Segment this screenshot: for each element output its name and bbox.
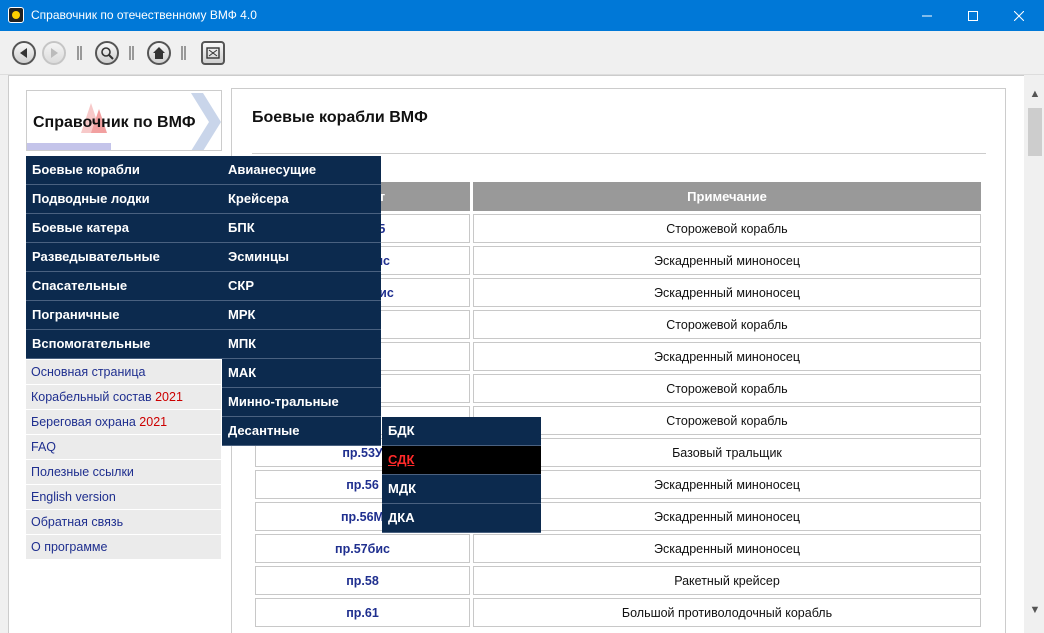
submenu-item[interactable]: СКР [222, 272, 381, 301]
side-link[interactable]: Корабельный состав 2021 [26, 385, 221, 409]
toolbar-separator [77, 46, 82, 60]
vertical-scrollbar[interactable]: ▲ ▼ [1026, 75, 1044, 633]
exit-button[interactable] [201, 41, 225, 65]
project-link[interactable]: пр.61 [255, 598, 470, 627]
side-link-year: 2021 [139, 415, 168, 429]
menu-item[interactable]: Разведывательные [26, 243, 222, 272]
side-link-text: Основная страница [31, 365, 146, 379]
side-link-text: Корабельный состав [31, 390, 156, 404]
divider [252, 153, 986, 154]
submenu-item[interactable]: МПК [222, 330, 381, 359]
home-button[interactable] [147, 41, 171, 65]
submenu-item-landing[interactable]: БДК [382, 417, 541, 446]
note-cell: Сторожевой корабль [473, 310, 981, 339]
menu-item[interactable]: Вспомогательные [26, 330, 222, 359]
maximize-icon [968, 10, 978, 21]
forward-button[interactable] [42, 41, 66, 65]
note-cell: Большой противолодочный корабль [473, 598, 981, 627]
side-link[interactable]: English version [26, 485, 221, 509]
page-title: Боевые корабли ВМФ [252, 109, 428, 126]
minimize-icon [922, 15, 932, 16]
submenu-item[interactable]: Авианесущие [222, 156, 381, 185]
side-link[interactable]: Обратная связь [26, 510, 221, 534]
project-link[interactable]: пр.58 [255, 566, 470, 595]
note-cell: Базовый тральщик [473, 438, 981, 467]
site-logo[interactable]: Справочник по ВМФ [26, 90, 222, 151]
submenu-item[interactable]: МАК [222, 359, 381, 388]
menu-item[interactable]: Спасательные [26, 272, 222, 301]
search-button[interactable] [95, 41, 119, 65]
project-link[interactable]: пр.57бис [255, 534, 470, 563]
scroll-up-arrow-icon[interactable]: ▲ [1026, 85, 1044, 103]
side-link[interactable]: Береговая охрана 2021 [26, 410, 221, 434]
side-link-year: 2021 [155, 390, 183, 404]
note-cell: Эскадренный миноносец [473, 470, 981, 499]
search-icon [101, 47, 114, 60]
note-cell: Сторожевой корабль [473, 374, 981, 403]
note-cell: Эскадренный миноносец [473, 502, 981, 531]
back-icon [20, 48, 27, 58]
submenu-item[interactable]: БПК [222, 214, 381, 243]
side-link[interactable]: FAQ [26, 435, 221, 459]
forward-icon [51, 48, 58, 58]
close-button[interactable] [996, 0, 1042, 31]
window-title: Справочник по отечественному ВМФ 4.0 [31, 8, 257, 22]
column-header-note: Примечание [473, 182, 981, 211]
side-link-text: Береговая охрана [31, 415, 140, 429]
table-row: пр.58 Ракетный крейсер [255, 566, 981, 595]
scroll-thumb[interactable] [1028, 108, 1042, 156]
table-row: пр.61 Большой противолодочный корабль [255, 598, 981, 627]
submenu-item[interactable]: МРК [222, 301, 381, 330]
menu-item[interactable]: Подводные лодки [26, 185, 222, 214]
close-icon [1014, 10, 1024, 21]
note-cell: Эскадренный миноносец [473, 342, 981, 371]
note-cell: Эскадренный миноносец [473, 246, 981, 275]
side-link-text: Обратная связь [31, 515, 124, 529]
toolbar-separator [181, 46, 186, 60]
table-row: пр.56М Эскадренный миноносец [255, 502, 981, 531]
side-link[interactable]: Основная страница [26, 360, 221, 384]
submenu-item-landing[interactable]: СДК [382, 446, 541, 475]
menu-item[interactable]: Боевые катера [26, 214, 222, 243]
toolbar-separator [129, 46, 134, 60]
side-link-text: FAQ [31, 440, 57, 454]
scroll-down-arrow-icon[interactable]: ▼ [1026, 601, 1044, 619]
title-bar: Справочник по отечественному ВМФ 4.0 [0, 0, 1044, 31]
logo-text: Справочник по ВМФ [33, 114, 196, 131]
html-viewport: Справочник по ВМФ Основная страница Кораб… [8, 75, 1024, 633]
home-icon [153, 47, 165, 59]
note-cell: Сторожевой корабль [473, 406, 981, 435]
maximize-button[interactable] [950, 0, 996, 31]
submenu-item-landing[interactable]: ДКА [382, 504, 541, 533]
side-link-text: О программе [31, 540, 108, 554]
table-row: пр.56 Эскадренный миноносец [255, 470, 981, 499]
app-window: Справочник по отечественному ВМФ 4.0 Спр… [0, 0, 1044, 633]
menu-item[interactable]: Пограничные [26, 301, 222, 330]
note-cell: Ракетный крейсер [473, 566, 981, 595]
submenu-item[interactable]: Эсминцы [222, 243, 381, 272]
toolbar [0, 31, 1044, 75]
note-cell: Сторожевой корабль [473, 214, 981, 243]
table-row: пр.57бис Эскадренный миноносец [255, 534, 981, 563]
submenu-item[interactable]: Десантные [222, 417, 381, 446]
back-button[interactable] [12, 41, 36, 65]
side-link[interactable]: О программе [26, 535, 221, 559]
note-cell: Эскадренный миноносец [473, 278, 981, 307]
side-link-text: Полезные ссылки [31, 465, 134, 479]
minimize-button[interactable] [904, 0, 950, 31]
note-cell: Эскадренный миноносец [473, 534, 981, 563]
submenu-item[interactable]: Минно-тральные [222, 388, 381, 417]
exit-icon [206, 47, 220, 59]
submenu-item-landing[interactable]: МДК [382, 475, 541, 504]
side-link[interactable]: Полезные ссылки [26, 460, 221, 484]
side-links: Основная страница Корабельный состав 2021… [26, 360, 221, 560]
submenu-item[interactable]: Крейсера [222, 185, 381, 214]
app-icon [8, 7, 24, 23]
menu-item[interactable]: Боевые корабли [26, 156, 222, 185]
side-link-text: English version [31, 490, 116, 504]
